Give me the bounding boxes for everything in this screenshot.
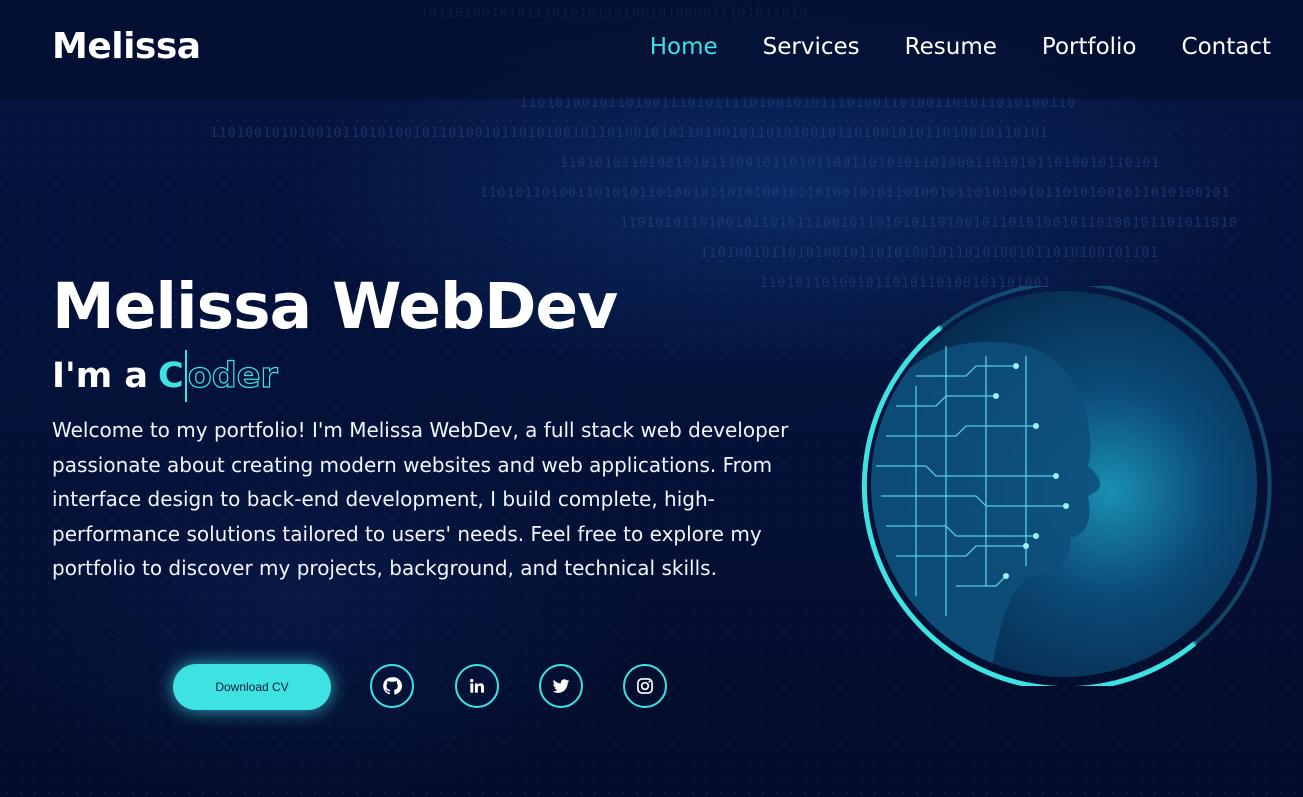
typing-caret <box>184 350 187 402</box>
instagram-icon <box>637 678 653 694</box>
nav-item-home[interactable]: Home <box>650 34 718 60</box>
ai-head-portrait <box>861 286 1272 686</box>
nav-item-contact[interactable]: Contact <box>1182 34 1271 60</box>
binary-pattern: 1101001010100101101010010110100101101010… <box>210 126 1049 141</box>
twitter-link[interactable] <box>539 664 583 708</box>
instagram-link[interactable] <box>623 664 667 708</box>
intro-paragraph: Welcome to my portfolio! I'm Melissa Web… <box>52 418 789 581</box>
hero-subtitle: I'm a C oder <box>52 350 278 402</box>
binary-pattern: 1101011010011010101101001011010100101101… <box>480 186 1231 201</box>
twitter-icon <box>552 679 570 693</box>
main-nav: Home Services Resume Portfolio Contact <box>650 34 1271 60</box>
github-link[interactable] <box>370 664 414 708</box>
subtitle-prefix: I'm a <box>52 356 149 396</box>
typed-text: C <box>158 356 184 396</box>
site-logo[interactable]: Melissa <box>52 26 201 67</box>
binary-pattern: 1101001011010100101101010010110101001011… <box>700 246 1159 261</box>
site-header: Melissa Home Services Resume Portfolio C… <box>0 0 1303 99</box>
binary-pattern: 1101010110100101101011100101101010110100… <box>620 216 1238 231</box>
nav-item-portfolio[interactable]: Portfolio <box>1042 34 1137 60</box>
hero-title: Melissa WebDev <box>52 270 618 343</box>
linkedin-link[interactable] <box>455 664 499 708</box>
linkedin-icon <box>470 678 484 693</box>
nav-item-services[interactable]: Services <box>763 34 860 60</box>
nav-item-resume[interactable]: Resume <box>905 34 997 60</box>
typed-text-outline: oder <box>187 355 278 396</box>
github-icon <box>383 677 402 695</box>
download-cv-button[interactable]: Download CV <box>173 664 331 710</box>
binary-pattern: 1101010110100101011100101101011001101010… <box>560 156 1161 171</box>
